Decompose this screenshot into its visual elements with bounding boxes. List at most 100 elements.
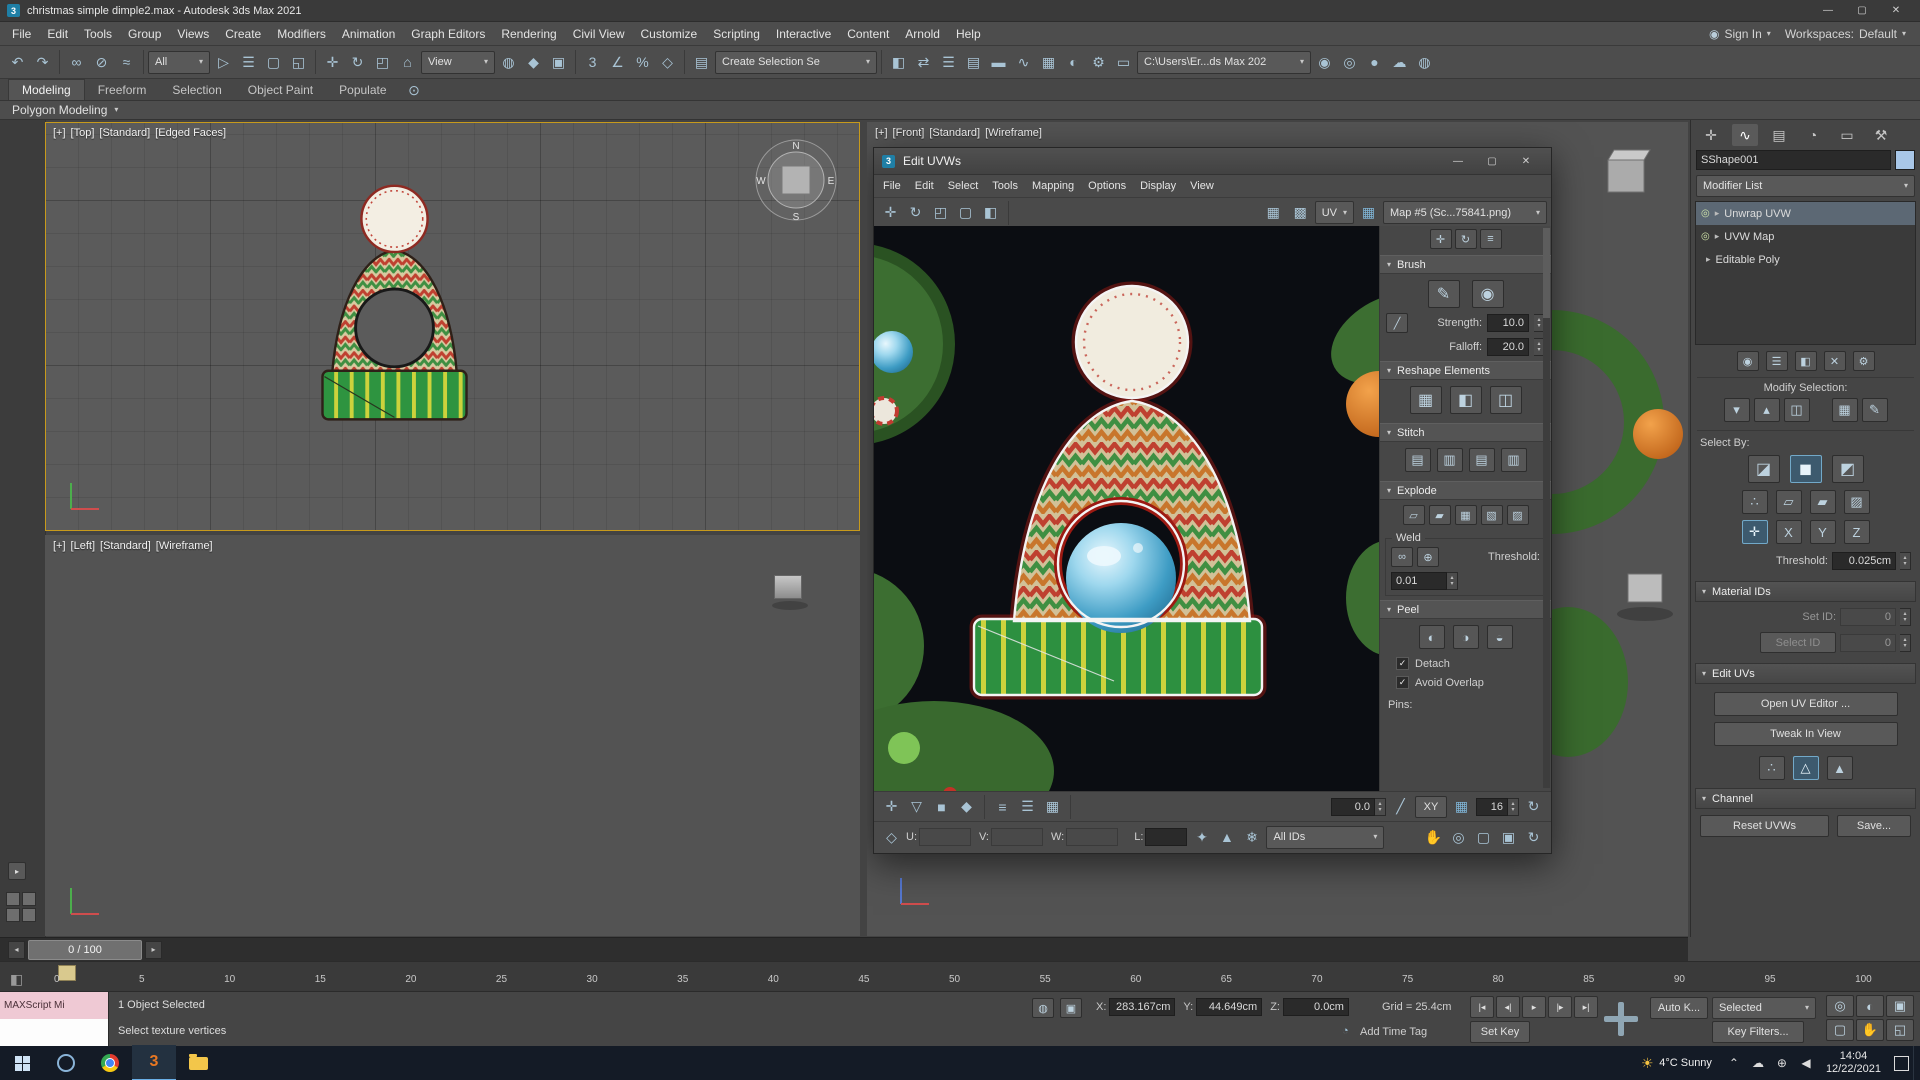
project-folder-dropdown[interactable]: C:\Users\Er...ds Max 202 ▾ (1137, 50, 1311, 74)
stitch-to-source-icon[interactable]: ▥ (1436, 448, 1463, 472)
freeze-display-icon[interactable]: ❄ (1239, 824, 1264, 850)
activeshade-icon[interactable]: ● (1362, 49, 1387, 75)
left-view-gizmo[interactable] (774, 575, 802, 599)
lock-selection-icon[interactable]: ✦ (1189, 824, 1214, 850)
rotate-icon[interactable]: ↻ (903, 200, 928, 226)
track-bar[interactable]: ◧ 0 5 10 15 20 25 30 35 40 45 50 55 60 65 70 75 80 85 90 95… (0, 961, 1920, 992)
selection-filter-dropdown[interactable]: All ▾ (148, 50, 210, 74)
align-rotate-icon[interactable]: ↻ (1454, 229, 1477, 249)
ribbon-tab[interactable]: Object Paint (235, 80, 326, 100)
window-crossing-icon[interactable]: ◱ (286, 49, 311, 75)
pan-hand-icon[interactable]: ✋ (1421, 824, 1446, 850)
grid-size-spinner[interactable]: ▴ ▾ (1508, 797, 1519, 816)
align-horizontal-icon[interactable]: ✛ (1429, 229, 1452, 249)
selection-lock-toggle-icon[interactable]: ▣ (1060, 998, 1082, 1018)
unlink-selection-icon[interactable]: ⊘ (89, 49, 114, 75)
menu-item[interactable]: Rendering (493, 22, 564, 46)
peel-mode-icon[interactable]: ◑ (1452, 625, 1479, 649)
shrink-selection-icon[interactable]: ▾ (1723, 398, 1750, 422)
z-axis-icon[interactable]: Z (1843, 520, 1870, 544)
uvw-transform-gizmo-icon[interactable]: ✛ (879, 794, 904, 820)
coordinate-item[interactable]: X: 283.167cm (1096, 998, 1176, 1016)
stitch-to-target-icon[interactable]: ▥ (1500, 448, 1527, 472)
viewport-label-segment[interactable]: [Left] (71, 540, 95, 552)
redo-icon[interactable]: ↷ (30, 49, 55, 75)
avoid-overlap-checkbox[interactable]: ✓ (1396, 676, 1409, 689)
grid-size-field[interactable]: 16 (1476, 797, 1508, 816)
go-to-start-button[interactable]: |◂ (1470, 996, 1494, 1018)
select-polygon-icon[interactable]: ▰ (1809, 490, 1836, 514)
select-and-scale-icon[interactable]: ◰ (370, 49, 395, 75)
set-id-spinner[interactable]: ▴ ▾ (1900, 608, 1911, 626)
curve-editor-icon[interactable]: ∿ (1011, 49, 1036, 75)
expand-arrow-icon[interactable]: ▸ (1715, 208, 1720, 219)
axis-value-field[interactable]: 44.649cm (1196, 998, 1263, 1016)
menu-item[interactable]: Create (217, 22, 269, 46)
pack-uvs-icon[interactable]: ▦ (1040, 794, 1065, 820)
maxscript-macro-area[interactable]: MAXScript Mi (0, 992, 108, 1019)
checker-pattern-icon[interactable]: ▦ (1356, 200, 1381, 226)
time-slider-thumb[interactable]: 0 / 100 (28, 939, 142, 960)
weld-selected-icon[interactable]: ∞ (1391, 547, 1413, 567)
maxscript-listener-area[interactable] (0, 1019, 108, 1046)
modifier-stack-item[interactable]: ▸ Editable Poly (1696, 248, 1915, 271)
menu-item[interactable]: Tools (76, 22, 120, 46)
taskbar-clock[interactable]: 14:04 12/22/2021 (1818, 1050, 1889, 1076)
previous-frame-button[interactable]: ◂| (1496, 996, 1520, 1018)
hierarchy-tab-icon[interactable]: ▤ (1766, 124, 1792, 146)
pelt-map-icon[interactable]: ◒ (1486, 625, 1513, 649)
quick-peel-icon[interactable]: ◐ (1418, 625, 1445, 649)
uv-vertex-mode-icon[interactable]: ∴ (1758, 756, 1785, 780)
rectangular-selection-icon[interactable]: ▢ (261, 49, 286, 75)
named-selection-sets-dropdown[interactable]: Create Selection Se ▾ (715, 50, 877, 74)
key-mode-dropdown[interactable]: Selected ▾ (1712, 997, 1816, 1019)
modifier-stack-item[interactable]: ◎ ▸ Unwrap UVW (1696, 202, 1915, 225)
straighten-selection-icon[interactable]: ▦ (1409, 386, 1442, 414)
map-selector-dropdown[interactable]: Map #5 (Sc...75841.png) ▾ (1383, 201, 1547, 224)
absolute-typein-icon[interactable]: ◇ (879, 824, 904, 850)
tile-bitmap-icon[interactable]: ▩ (1288, 200, 1313, 226)
select-and-rotate-icon[interactable]: ↻ (345, 49, 370, 75)
modifier-stack-item[interactable]: ◎ ▸ UVW Map (1696, 225, 1915, 248)
zoom-icon[interactable]: ◎ (1826, 995, 1854, 1017)
coordinate-item[interactable]: Z: 0.0cm (1270, 998, 1349, 1016)
edit-uvs-section-header[interactable]: ▾ Edit UVs (1695, 663, 1916, 684)
threshold-field[interactable]: 0.025cm (1832, 552, 1896, 570)
tray-cloud-icon[interactable]: ☁ (1746, 1046, 1770, 1080)
zoom-region-icon[interactable]: ▢ (1471, 824, 1496, 850)
target-weld-icon[interactable]: ⊕ (1417, 547, 1439, 567)
threshold-spinner[interactable]: ▴ ▾ (1900, 552, 1911, 570)
viewport-top[interactable]: [+] [Top] [Standard] [Edged Faces] N S E… (45, 122, 860, 531)
ribbon-tab[interactable]: Populate (326, 80, 399, 100)
dialog-menu-item[interactable]: Edit (908, 175, 941, 197)
dialog-menu-item[interactable]: Tools (985, 175, 1025, 197)
trackbar-options-icon[interactable]: ◧ (4, 966, 29, 992)
dialog-maximize-button[interactable]: ▢ (1475, 151, 1509, 172)
select-by-name-icon[interactable]: ☰ (236, 49, 261, 75)
axis-value-field[interactable]: 283.167cm (1109, 998, 1176, 1016)
file-explorer-taskbar-icon[interactable] (176, 1046, 220, 1080)
flatten-by-angle-icon[interactable]: ▱ (1402, 505, 1425, 525)
menu-item[interactable]: Arnold (897, 22, 948, 46)
select-id-spinner[interactable]: ▴ ▾ (1900, 633, 1911, 652)
3dsmax-taskbar-icon[interactable]: 3 (132, 1045, 176, 1080)
sign-in-button[interactable]: ◉ Sign In ▾ (1709, 27, 1771, 41)
open-uv-editor-button[interactable]: Open UV Editor ... (1713, 692, 1898, 716)
utilities-tab-icon[interactable]: ⚒ (1868, 124, 1894, 146)
soft-selection-icon[interactable]: ▽ (904, 794, 929, 820)
weld-threshold-spinner[interactable]: ▴ ▾ (1447, 572, 1458, 590)
dialog-menu-item[interactable]: View (1183, 175, 1221, 197)
save-uvws-button[interactable]: Save... (1837, 815, 1911, 837)
paint-move-brush-icon[interactable]: ✎ (1427, 280, 1460, 308)
y-axis-icon[interactable]: Y (1809, 520, 1836, 544)
planar-angle-icon[interactable]: ◩ (1831, 455, 1864, 483)
menu-item[interactable]: File (4, 22, 39, 46)
motion-tab-icon[interactable]: ◔ (1800, 124, 1826, 146)
spinner-snap-icon[interactable]: ◇ (655, 49, 680, 75)
remove-modifier-icon[interactable]: ✕ (1823, 351, 1846, 371)
named-selection-sets-icon[interactable]: ▤ (689, 49, 714, 75)
dialog-menu-item[interactable]: File (876, 175, 908, 197)
menu-item[interactable]: Views (169, 22, 217, 46)
stitch-rollout-header[interactable]: ▾ Stitch (1380, 423, 1551, 442)
viewport-front[interactable]: [+] [Front] [Standard] [Wireframe] 3 Edi… (867, 122, 1688, 936)
